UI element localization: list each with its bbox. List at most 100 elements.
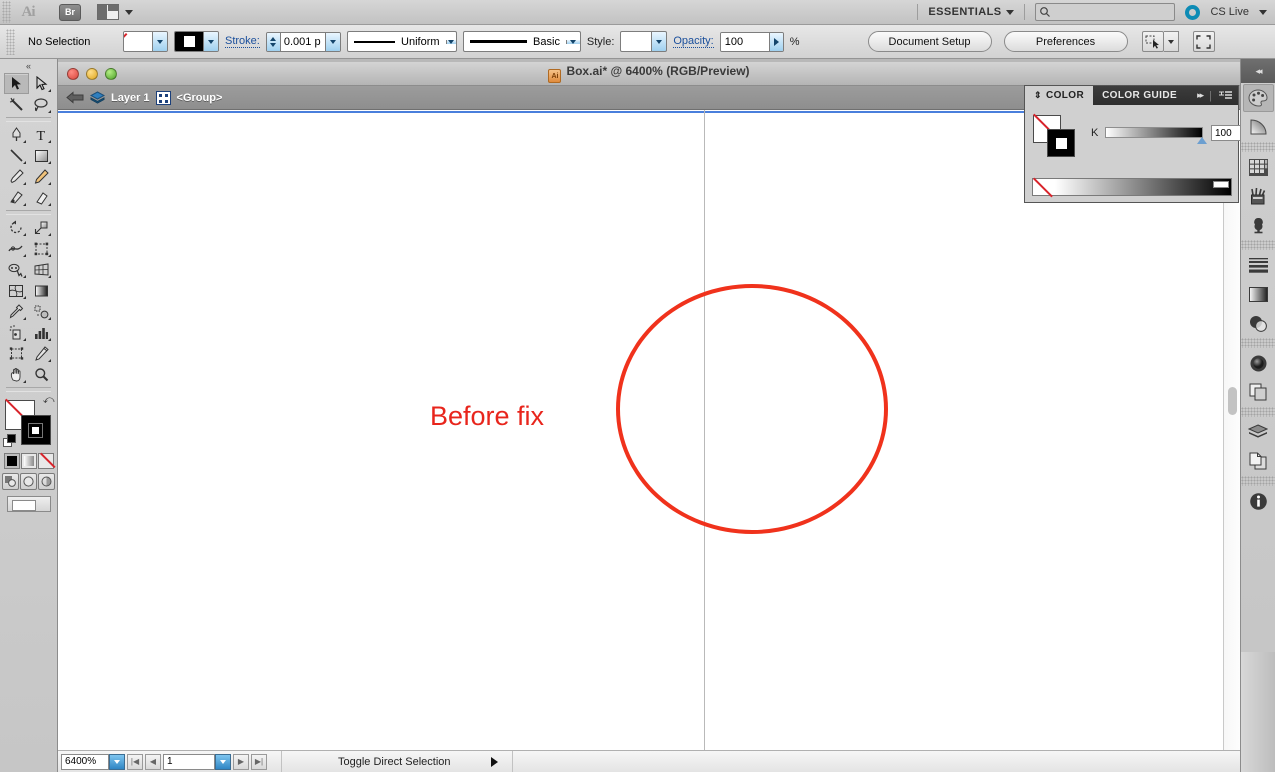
paintbrush-tool[interactable]: [4, 166, 29, 187]
magic-wand-tool[interactable]: [4, 94, 29, 115]
panel-drag-icon[interactable]: ⇕: [1034, 90, 1042, 101]
dock-group-grip-5[interactable]: [1241, 476, 1275, 486]
eraser-tool[interactable]: [29, 187, 54, 208]
tool-flyout-indicator[interactable]: [47, 140, 51, 143]
previous-page-icon[interactable]: ◀: [145, 753, 161, 770]
free-transform-tool[interactable]: [29, 238, 54, 259]
lasso-tool[interactable]: [29, 94, 54, 115]
annotation-text[interactable]: Before fix: [430, 401, 544, 432]
tool-flyout-indicator[interactable]: [47, 275, 51, 278]
zoom-tool[interactable]: [29, 364, 54, 385]
vertical-scrollbar-thumb[interactable]: [1228, 387, 1237, 415]
draw-inside-button[interactable]: [38, 473, 55, 490]
tool-flyout-indicator[interactable]: [22, 233, 26, 236]
arrange-documents-icon[interactable]: [97, 4, 119, 20]
brush-chevron-down-icon[interactable]: [565, 39, 580, 44]
k-channel-slider[interactable]: [1105, 127, 1203, 138]
tool-flyout-indicator[interactable]: [47, 161, 51, 164]
tool-flyout-indicator[interactable]: [22, 203, 26, 206]
tool-flyout-indicator[interactable]: [22, 380, 26, 383]
graphic-style-preview[interactable]: [620, 31, 653, 52]
vertical-scrollbar[interactable]: [1223, 110, 1240, 750]
none-color-swatch[interactable]: [1033, 179, 1055, 195]
dock-group-grip-2[interactable]: [1241, 240, 1275, 250]
opacity-field[interactable]: [719, 31, 784, 52]
zoom-chevron-down-icon[interactable]: [109, 753, 125, 770]
draw-behind-button[interactable]: [20, 473, 37, 490]
arrange-chevron-down-icon[interactable]: [125, 9, 133, 15]
tool-flyout-indicator[interactable]: [47, 317, 51, 320]
red-circle-shape[interactable]: [616, 284, 888, 534]
color-panel-stroke-swatch[interactable]: [1047, 129, 1075, 157]
color-panel-icon[interactable]: [1242, 84, 1274, 112]
tool-flyout-indicator[interactable]: [22, 254, 26, 257]
tool-flyout-indicator[interactable]: [47, 233, 51, 236]
line-segment-tool[interactable]: [4, 145, 29, 166]
opacity-input[interactable]: [720, 32, 769, 51]
brush-definition-control[interactable]: Basic: [462, 31, 581, 52]
stroke-swatch-indicator[interactable]: [20, 415, 51, 445]
zoom-level-field[interactable]: 6400%: [61, 753, 109, 770]
last-page-icon[interactable]: ▶|: [251, 753, 267, 770]
color-spectrum-bar[interactable]: [1032, 178, 1232, 196]
workspace-switcher[interactable]: ESSENTIALS: [928, 6, 1015, 18]
panel-menu-icon[interactable]: [1219, 90, 1232, 101]
stroke-weight-stepper[interactable]: [266, 32, 281, 51]
toolbar-collapse-icon[interactable]: «: [0, 59, 57, 73]
default-fill-stroke-icon[interactable]: [2, 434, 17, 448]
selection-tool[interactable]: [3, 73, 29, 94]
dock-group-grip-3[interactable]: [1241, 338, 1275, 348]
first-page-icon[interactable]: |◀: [127, 753, 143, 770]
layer-name[interactable]: Layer 1: [111, 92, 150, 104]
stroke-weight-label[interactable]: Stroke:: [225, 35, 260, 48]
column-graph-tool[interactable]: [29, 322, 54, 343]
rectangle-tool[interactable]: [29, 145, 54, 166]
brushes-panel-icon[interactable]: [1243, 182, 1274, 210]
select-similar-chevron-down-icon[interactable]: [1163, 31, 1179, 52]
transparency-panel-icon[interactable]: [1243, 309, 1274, 337]
white-color-swatch[interactable]: [1213, 181, 1229, 188]
symbols-panel-icon[interactable]: [1243, 211, 1274, 239]
color-mode-button[interactable]: [3, 453, 20, 469]
tool-flyout-indicator[interactable]: [22, 296, 26, 299]
group-icon[interactable]: [155, 90, 171, 105]
tool-flyout-indicator[interactable]: [47, 203, 51, 206]
tool-flyout-indicator[interactable]: [47, 89, 51, 92]
k-slider-handle[interactable]: [1197, 137, 1207, 144]
pen-tool[interactable]: [4, 124, 29, 145]
grayscale-spectrum[interactable]: [1055, 179, 1231, 195]
tool-flyout-indicator[interactable]: [22, 317, 26, 320]
mesh-tool[interactable]: [4, 280, 29, 301]
stroke-color-control[interactable]: [174, 31, 219, 52]
swatches-panel-icon[interactable]: [1243, 153, 1274, 181]
tool-flyout-indicator[interactable]: [22, 182, 26, 185]
cs-live-icon[interactable]: [1185, 4, 1201, 20]
blend-tool[interactable]: [29, 301, 54, 322]
controlbar-grip[interactable]: [6, 28, 15, 55]
draw-normal-button[interactable]: [2, 473, 19, 490]
rotate-tool[interactable]: [4, 217, 29, 238]
align-to-selection-icon[interactable]: [1192, 31, 1215, 52]
cs-live-chevron-down-icon[interactable]: [1259, 9, 1267, 15]
stroke-chevron-down-icon[interactable]: [203, 32, 218, 51]
collapse-dock-icon[interactable]: ◂◂: [1241, 59, 1275, 83]
graphic-style-chevron-down-icon[interactable]: [652, 31, 668, 52]
document-setup-button[interactable]: Document Setup: [867, 31, 992, 52]
stroke-black-swatch[interactable]: [175, 32, 203, 51]
tool-flyout-indicator[interactable]: [22, 161, 26, 164]
fill-chevron-down-icon[interactable]: [152, 32, 167, 51]
stroke-panel-icon[interactable]: [1243, 251, 1274, 279]
shape-builder-tool[interactable]: [4, 259, 29, 280]
status-menu-icon[interactable]: [490, 756, 498, 767]
tool-flyout-indicator[interactable]: [22, 338, 26, 341]
fill-color-control[interactable]: [123, 31, 168, 52]
tool-flyout-indicator[interactable]: [47, 254, 51, 257]
tool-flyout-indicator[interactable]: [47, 338, 51, 341]
change-screen-mode-button[interactable]: [6, 496, 51, 512]
opacity-slider-arrow-icon[interactable]: [768, 32, 783, 51]
graphic-styles-panel-icon[interactable]: [1243, 378, 1274, 406]
document-info-panel-icon[interactable]: [1243, 487, 1274, 515]
blob-brush-tool[interactable]: [4, 187, 29, 208]
page-number-field[interactable]: 1: [163, 753, 215, 770]
gradient-mode-button[interactable]: [20, 453, 37, 469]
